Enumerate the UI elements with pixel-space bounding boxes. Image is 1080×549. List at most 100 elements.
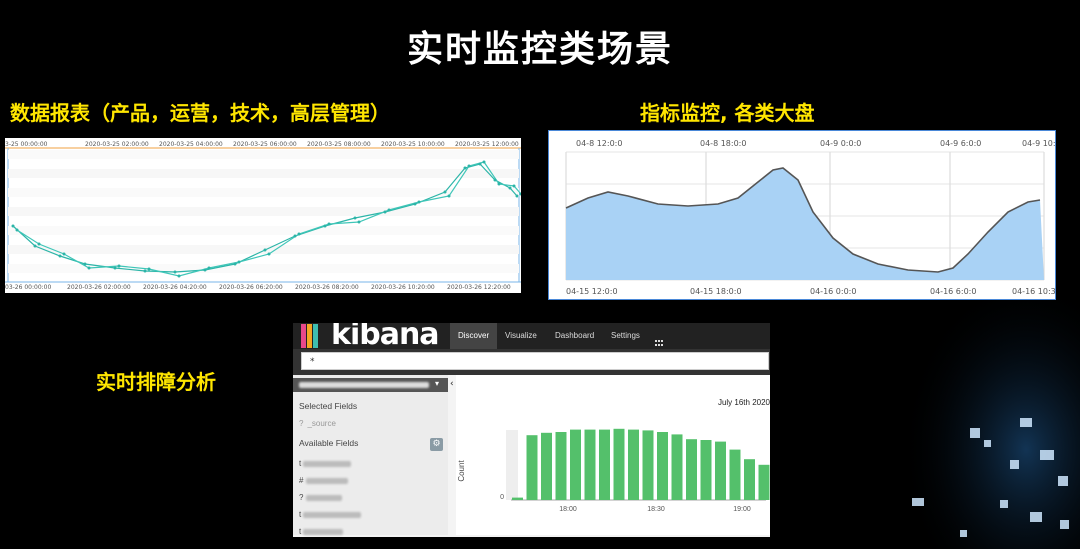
series-point — [11, 224, 15, 228]
histogram-bar — [584, 429, 596, 500]
x-tick-label: 19:00 — [733, 506, 751, 513]
top-tick-label: 2020-03-25 12:00:00 — [455, 141, 519, 148]
fields-sidebar: ▾ Selected Fields ? _source Available Fie… — [293, 375, 448, 536]
series-point — [147, 267, 151, 271]
x-tick-label: 18:00 — [559, 506, 577, 513]
series-point — [173, 270, 177, 274]
bottom-tick-label: 2020-03-26 02:00:00 — [67, 284, 131, 291]
bottom-tick-label: 04-16 6:0:0 — [930, 287, 976, 296]
field-item[interactable]: t — [299, 510, 362, 519]
metrics-area-chart: 04-8 12:0:0 04-8 18:0:0 04-9 0:0:0 04-9 6:0… — [548, 130, 1056, 300]
nav-settings[interactable]: Settings — [603, 323, 648, 349]
series-point — [113, 266, 117, 270]
histogram-bar — [613, 428, 625, 500]
bottom-tick-label: 2020-03-26 06:20:00 — [219, 284, 283, 291]
nav-discover[interactable]: Discover — [450, 323, 498, 349]
slide-title: 实时监控类场景 — [406, 29, 673, 70]
series-point — [478, 162, 482, 166]
metrics-chart-panel: 04-8 12:0:0 04-8 18:0:0 04-9 0:0:0 04-9 6:0… — [548, 130, 1056, 300]
series-point — [237, 260, 241, 264]
series-point — [417, 200, 421, 204]
field-item[interactable]: ? — [299, 493, 342, 502]
metrics-label: 指标监控, 各类大盘 — [640, 101, 815, 125]
decorative-glow-blocks — [900, 300, 1080, 549]
nav-dashboard[interactable]: Dashboard — [547, 323, 602, 349]
series-point — [327, 222, 331, 226]
kibana-logo-text: kibana — [331, 323, 440, 352]
series-point — [233, 262, 237, 266]
series-point — [383, 210, 387, 214]
histogram-bar — [541, 432, 552, 500]
series-point — [493, 178, 497, 182]
series-point — [83, 262, 87, 266]
field-source[interactable]: ? _source — [299, 419, 336, 428]
histogram-bar — [570, 429, 581, 500]
series-point — [207, 266, 211, 270]
series-point — [357, 220, 361, 224]
field-item[interactable]: # — [299, 476, 348, 485]
series-point — [267, 252, 271, 256]
troubleshoot-label: 实时排障分析 — [96, 370, 216, 394]
histogram-bar — [758, 464, 770, 500]
top-tick-label: 2020-03-25 06:00:00 — [233, 141, 297, 148]
field-type-icon: t — [299, 510, 302, 519]
series-point — [15, 228, 19, 232]
top-tick-label: 04-8 12:0:0 — [576, 139, 622, 148]
series-point — [293, 234, 297, 238]
histogram-bar — [671, 434, 683, 500]
grid-menu-icon[interactable] — [655, 332, 664, 346]
y-axis-blurred-area — [506, 430, 518, 500]
series-point — [177, 274, 181, 278]
selected-fields-title: Selected Fields — [299, 401, 358, 411]
series-point — [62, 252, 66, 256]
top-tick-label: 04-9 0:0:0 — [820, 139, 861, 148]
field-type-icon: t — [299, 459, 302, 468]
series-point — [323, 224, 327, 228]
top-tick-label: 2020-03-25 02:00:00 — [85, 141, 149, 148]
field-item[interactable]: t — [299, 527, 344, 536]
histogram-bar — [555, 432, 567, 500]
series-point — [387, 208, 391, 212]
series-point — [263, 248, 267, 252]
field-type-icon: ? — [299, 493, 304, 502]
settings-gear-icon[interactable]: ⚙ — [430, 438, 443, 451]
top-tick-label: 04-9 6:0:0 — [940, 139, 981, 148]
series-point — [203, 268, 207, 272]
series-point — [463, 166, 467, 170]
series-point — [447, 194, 451, 198]
bottom-tick-label: 04-15 18:0:0 — [690, 287, 742, 296]
series-point — [497, 182, 501, 186]
top-tick-label: 2020-03-25 10:00:00 — [381, 141, 445, 148]
top-tick-label: 2020-03-25 08:00:00 — [307, 141, 371, 148]
histogram-bar — [599, 429, 610, 500]
nav-visualize[interactable]: Visualize — [497, 323, 545, 349]
field-item[interactable]: t — [299, 459, 352, 468]
field-source-label: _source — [307, 419, 336, 428]
series-point — [443, 190, 447, 194]
histogram-bar — [642, 430, 654, 500]
field-type-icon: t — [299, 527, 302, 536]
series-point — [413, 202, 417, 206]
query-input[interactable]: * — [301, 352, 769, 370]
series-point — [353, 216, 357, 220]
series-point — [467, 164, 471, 168]
bottom-tick-label: 2020-03-26 12:20:00 — [447, 284, 511, 291]
histogram-bar — [686, 439, 697, 500]
reports-label: 数据报表（产品，运营，技术，高层管理） — [10, 101, 390, 125]
bottom-tick-label: 04-16 10:35:4 — [1012, 287, 1056, 296]
histogram-bar — [657, 432, 668, 500]
top-tick-label: 04-9 10:35:4 — [1022, 139, 1056, 148]
index-pattern-selector[interactable]: ▾ — [293, 378, 448, 392]
top-tick-label: 04-8 18:0:0 — [700, 139, 746, 148]
series-point — [37, 242, 41, 246]
series-point — [87, 266, 91, 270]
series-point — [512, 184, 516, 188]
x-tick-label: 18:30 — [647, 506, 665, 513]
histogram-bar — [526, 435, 538, 500]
y-tick: 0 — [500, 494, 504, 501]
bottom-tick-label: 04-15 12:0:0 — [566, 287, 618, 296]
top-tick-label: 2020-03-25 04:00:00 — [159, 141, 223, 148]
histogram-bar — [729, 449, 741, 500]
collapse-sidebar-icon[interactable]: ‹ — [450, 379, 454, 389]
series-point — [58, 254, 62, 258]
